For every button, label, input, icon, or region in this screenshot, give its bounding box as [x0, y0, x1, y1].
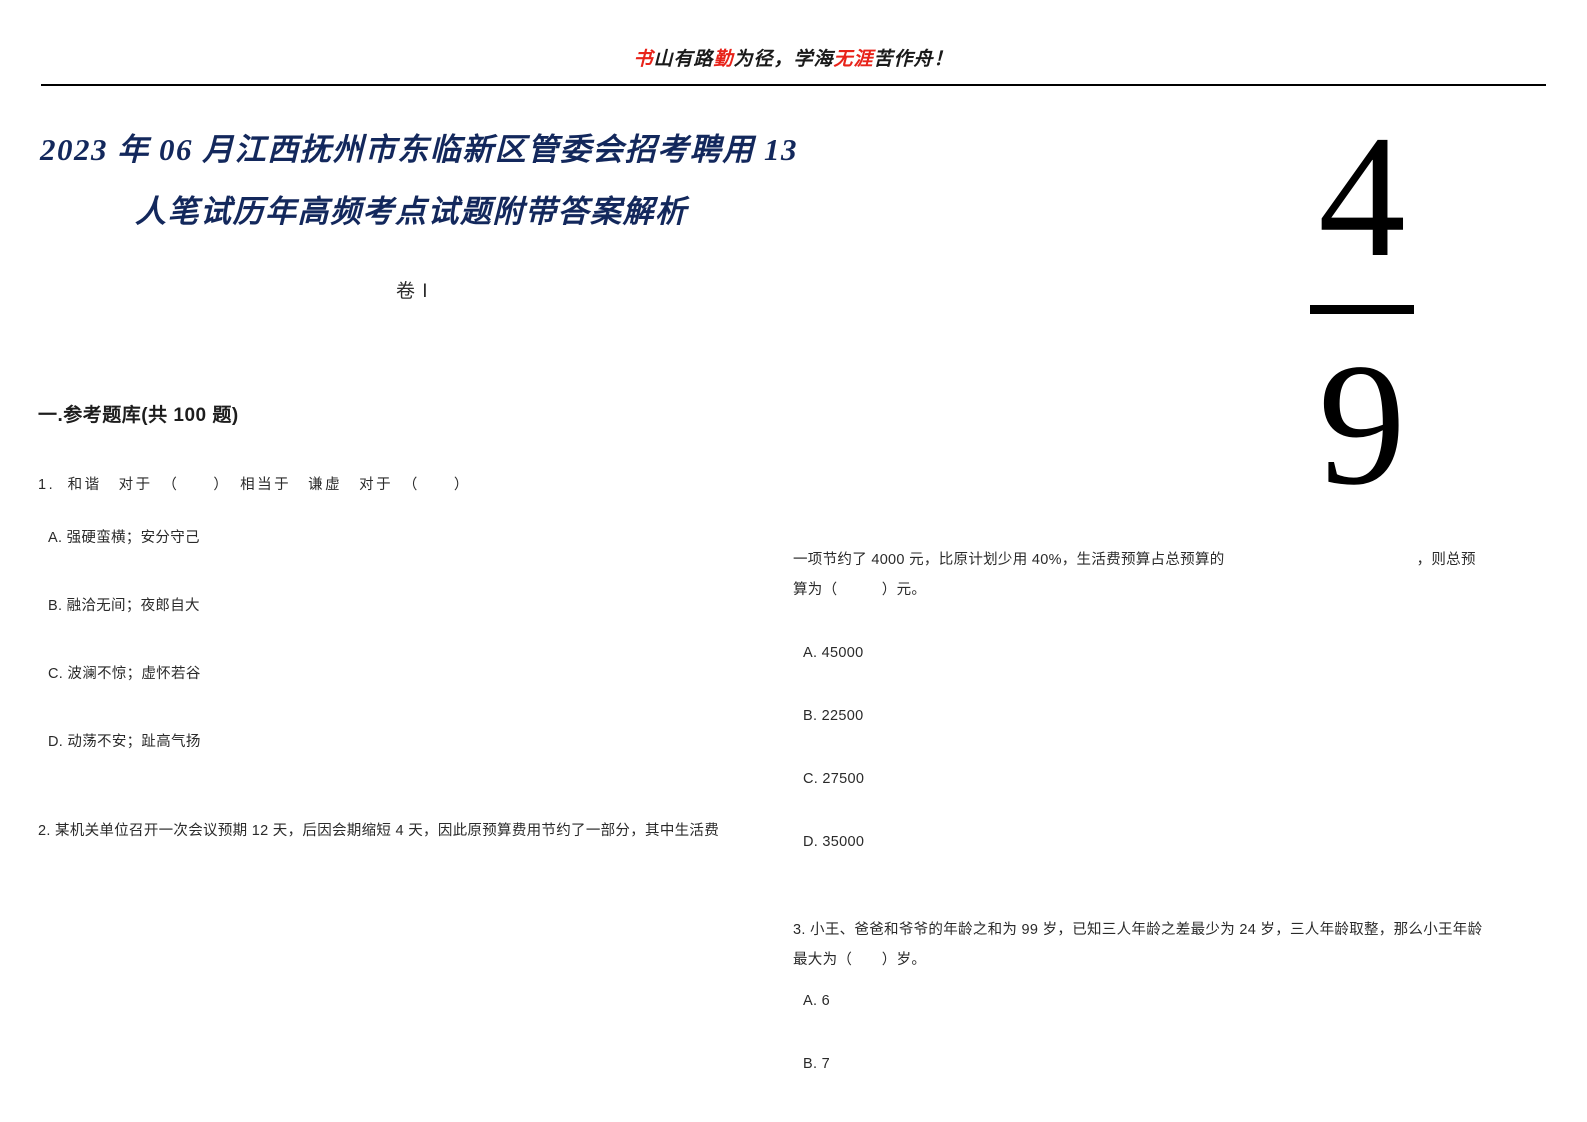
question-2-option-c[interactable]: C. 27500 — [793, 771, 1548, 787]
question-3-stem-line-1: 3. 小王、爸爸和爷爷的年龄之和为 99 岁，已知三人年龄之差最少为 24 岁，… — [793, 922, 1483, 938]
content-column-left: 1. 和谐 对于 （ ） 相当于 谦虚 对于 （ ） A. 强硬蛮横；安分守己 … — [38, 470, 783, 846]
question-2-stem-line-3: 算为（ ）元。 — [793, 582, 927, 598]
question-1-option-b[interactable]: B. 融洽无间；夜郎自大 — [38, 594, 783, 615]
page-fraction-numerator: 4 — [1318, 99, 1406, 293]
page-fraction-bar — [1310, 305, 1414, 314]
question-1-stem: 1. 和谐 对于 （ ） 相当于 谦虚 对于 （ ） — [38, 477, 471, 493]
motto-segment-3: 勤 — [713, 49, 734, 70]
question-1-options: A. 强硬蛮横；安分守己 B. 融洽无间；夜郎自大 C. 波澜不惊；虚怀若谷 D… — [38, 526, 783, 751]
question-3-options: A. 6 B. 7 — [793, 993, 1548, 1072]
question-2-option-a[interactable]: A. 45000 — [793, 645, 1548, 661]
section-heading-question-bank: 一.参考题库(共 100 题) — [38, 405, 239, 426]
question-2-stem-line-2-part-b: ，则总预 — [1416, 552, 1476, 568]
document-title-line-1: 2023 年 06 月江西抚州市东临新区管委会招考聘用 13 — [40, 131, 798, 167]
question-1-option-c[interactable]: C. 波澜不惊；虚怀若谷 — [38, 662, 783, 683]
question-2-stem-line-2-part-a: 一项节约了 4000 元，比原计划少用 40%，生活费预算占总预算的 — [793, 552, 1225, 568]
motto-segment-5: 学海 — [793, 49, 834, 70]
document-title: 2023 年 06 月江西抚州市东临新区管委会招考聘用 13 人笔试历年高频考点… — [40, 119, 800, 243]
page-number-fraction: 4 9 — [1282, 104, 1442, 517]
question-2-option-d[interactable]: D. 35000 — [793, 834, 1548, 850]
document-title-line-2: 人笔试历年高频考点试题附带答案解析 — [135, 193, 688, 229]
motto-segment-6: 无涯 — [833, 49, 874, 70]
question-2-option-b[interactable]: B. 22500 — [793, 708, 1548, 724]
question-2-stem-line-2: 一项节约了 4000 元，比原计划少用 40%，生活费预算占总预算的 ，则总预 — [793, 545, 1548, 575]
question-2-options: A. 45000 B. 22500 C. 27500 D. 35000 — [793, 645, 1548, 850]
motto-segment-2: 山有路 — [653, 49, 714, 70]
motto-segment-1: 书 — [633, 49, 654, 70]
page-running-header: 书山有路勤为径，学海无涯苦作舟！ — [0, 44, 1587, 71]
question-3-stem-line-2: 最大为（ ）岁。 — [793, 952, 927, 968]
volume-label: 卷 I — [396, 281, 429, 302]
question-3-option-b[interactable]: B. 7 — [793, 1056, 1548, 1072]
question-1-option-d[interactable]: D. 动荡不安；趾高气扬 — [38, 730, 783, 751]
question-1-option-a[interactable]: A. 强硬蛮横；安分守己 — [38, 526, 783, 547]
page-fraction-denominator: 9 — [1318, 327, 1406, 521]
header-divider-rule — [41, 84, 1546, 86]
motto-segment-4: 为径， — [733, 49, 794, 70]
motto-segment-7: 苦作舟！ — [873, 49, 954, 70]
question-3-option-a[interactable]: A. 6 — [793, 993, 1548, 1009]
question-2-stem-line-1: 2. 某机关单位召开一次会议预期 12 天，后因会期缩短 4 天，因此原预算费用… — [38, 823, 720, 839]
content-column-right: 一项节约了 4000 元，比原计划少用 40%，生活费预算占总预算的 ，则总预 算… — [793, 545, 1548, 1119]
